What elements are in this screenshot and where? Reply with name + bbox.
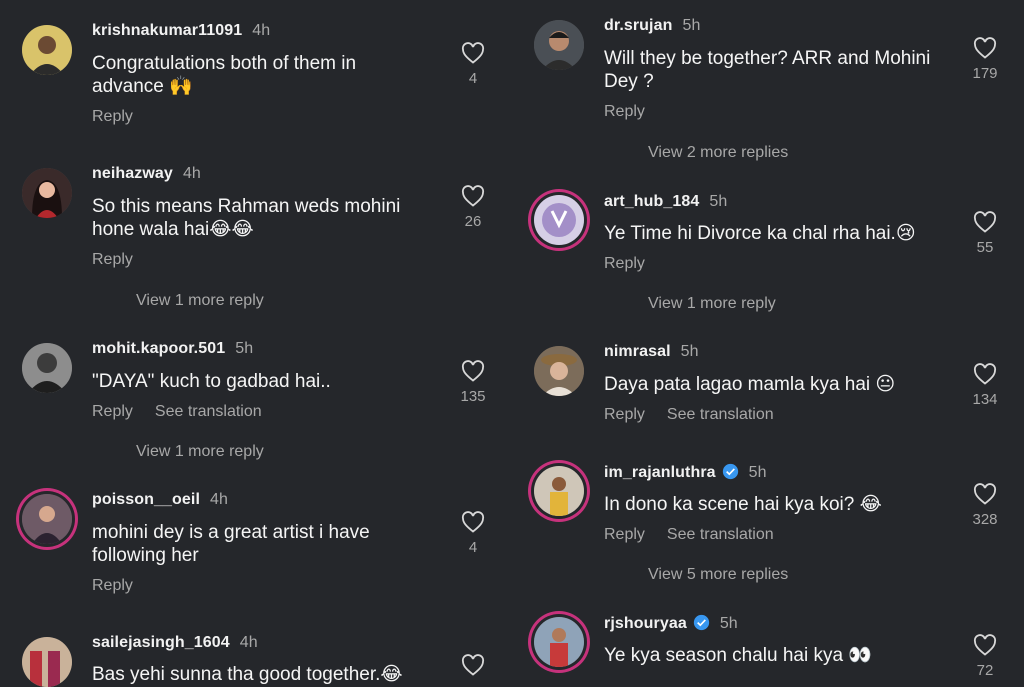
comment-username[interactable]: im_rajanluthra 5h [604, 463, 767, 482]
avatar[interactable] [534, 20, 584, 70]
comment-text: "DAYA" kuch to gadbad hai.. [92, 371, 331, 392]
view-more-replies[interactable]: View 1 more reply [136, 443, 264, 461]
like-count: 26 [464, 213, 482, 230]
verified-badge-icon [693, 614, 709, 631]
comment-text: In dono ka scene hai kya koi? 😂 [604, 494, 882, 515]
comment-time: 5h [709, 193, 728, 210]
avatar[interactable] [534, 195, 584, 245]
comment-text: Congratulations both of them in advance 🙌 [92, 53, 357, 97]
heart-outline-icon [461, 185, 485, 207]
verified-badge-icon [722, 463, 738, 480]
like-button[interactable]: 135 [443, 360, 503, 405]
comment-text: Ye kya season chalu hai kya 👀 [604, 645, 873, 666]
like-button[interactable]: 328 [955, 483, 1015, 528]
reply-button[interactable]: Reply [92, 403, 133, 420]
comment-time: 5h [235, 340, 254, 357]
avatar[interactable] [22, 25, 72, 75]
reply-button[interactable]: Reply [604, 526, 645, 543]
comment-text: Daya pata lagao mamla kya hai 😐 [604, 374, 896, 395]
view-more-replies[interactable]: View 2 more replies [648, 144, 788, 162]
see-translation-button[interactable]: See translation [667, 406, 774, 423]
heart-outline-icon [461, 42, 485, 64]
comment-username[interactable]: neihazway 4h [92, 165, 201, 183]
comment-username[interactable]: krishnakumar11091 4h [92, 22, 270, 40]
avatar[interactable] [22, 494, 72, 544]
comment-time: 4h [239, 634, 258, 651]
view-more-replies[interactable]: View 1 more reply [136, 292, 264, 310]
heart-outline-icon [973, 483, 997, 505]
reply-button[interactable]: Reply [604, 103, 645, 120]
comment-username[interactable]: sailejasingh_1604 4h [92, 634, 258, 652]
like-button[interactable]: 179 [955, 37, 1015, 82]
like-button[interactable]: 4 [443, 42, 503, 87]
reply-button[interactable]: Reply [604, 406, 645, 423]
comment-time: 5h [748, 464, 767, 481]
like-button[interactable]: 26 [443, 185, 503, 230]
comment-time: 4h [182, 165, 201, 182]
reply-button[interactable]: Reply [92, 577, 133, 594]
avatar[interactable] [22, 343, 72, 393]
see-translation-button[interactable]: See translation [667, 526, 774, 543]
avatar[interactable] [534, 466, 584, 516]
avatar[interactable] [22, 168, 72, 218]
view-more-replies[interactable]: View 1 more reply [648, 295, 776, 313]
like-button[interactable]: 72 [955, 634, 1015, 679]
like-count: 72 [976, 662, 994, 679]
heart-outline-icon [461, 654, 485, 676]
view-more-replies[interactable]: View 5 more replies [648, 566, 788, 584]
comment-username[interactable]: rjshouryaa 5h [604, 614, 738, 633]
comment-time: 4h [252, 22, 271, 39]
like-button[interactable] [443, 654, 503, 682]
like-count: 134 [972, 391, 998, 408]
like-count: 328 [972, 511, 998, 528]
comment-text: mohini dey is a great artist i have follo… [92, 522, 370, 566]
avatar[interactable] [22, 637, 72, 687]
reply-button[interactable]: Reply [92, 108, 133, 125]
comment-time: 5h [682, 17, 701, 34]
comment-time: 4h [210, 491, 228, 508]
like-button[interactable]: 4 [443, 511, 503, 556]
comment-username[interactable]: art_hub_184 5h [604, 193, 727, 211]
heart-outline-icon [461, 511, 485, 533]
avatar[interactable] [534, 346, 584, 396]
right-comment-column: dr.srujan 5h Will they be together? ARR a… [512, 0, 1024, 683]
like-count: 135 [460, 388, 486, 405]
heart-outline-icon [973, 37, 997, 59]
comment-text: So this means Rahman weds mohini hone wal… [92, 196, 401, 240]
heart-outline-icon [973, 363, 997, 385]
see-translation-button[interactable]: See translation [155, 403, 262, 420]
like-button[interactable]: 134 [955, 363, 1015, 408]
like-button[interactable]: 55 [955, 211, 1015, 256]
reply-button[interactable]: Reply [604, 255, 645, 272]
comment-time: 5h [719, 615, 738, 632]
heart-outline-icon [973, 634, 997, 656]
comment-username[interactable]: poisson__oeil 4h [92, 491, 228, 509]
like-count: 4 [468, 539, 478, 556]
heart-outline-icon [973, 211, 997, 233]
comment-text: Will they be together? ARR and Mohini Dey… [604, 48, 931, 92]
reply-button[interactable]: Reply [92, 251, 133, 268]
like-count: 179 [972, 65, 998, 82]
avatar[interactable] [534, 617, 584, 667]
left-comment-column: krishnakumar11091 4h Congratulations both… [0, 0, 512, 687]
like-count: 4 [468, 70, 478, 87]
comment-text: Ye Time hi Divorce ka chal rha hai.😢 [604, 223, 916, 244]
comment-username[interactable]: dr.srujan 5h [604, 17, 700, 35]
heart-outline-icon [461, 360, 485, 382]
comment-username[interactable]: mohit.kapoor.501 5h [92, 340, 253, 358]
like-count: 55 [976, 239, 994, 256]
comment-username[interactable]: nimrasal 5h [604, 343, 699, 361]
comment-time: 5h [680, 343, 699, 360]
